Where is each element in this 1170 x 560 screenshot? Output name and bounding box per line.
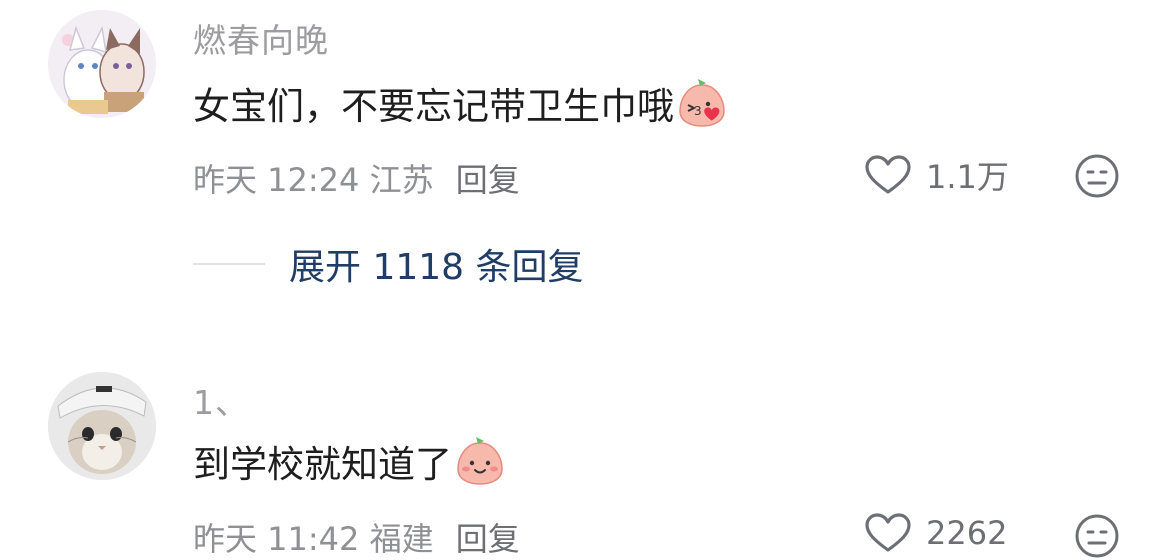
- avatar[interactable]: [48, 372, 156, 480]
- username[interactable]: 1、: [193, 376, 249, 424]
- comment-item: 1、 到学校就知道了 昨天 11:42 福建 回复 2262: [0, 300, 1170, 558]
- comment-time: 昨天 11:42: [193, 520, 360, 558]
- kiss-face-emoji-icon: 3: [679, 79, 725, 127]
- avatar[interactable]: [48, 10, 156, 118]
- like-count: 1.1万: [926, 158, 1009, 196]
- comment-text-row: 女宝们，不要忘记带卫生巾哦 3: [193, 76, 728, 130]
- comment-meta: 昨天 12:24 江苏 回复: [193, 155, 520, 201]
- comment-meta: 昨天 11:42 福建 回复: [193, 514, 520, 560]
- comment-text: 女宝们，不要忘记带卫生巾哦: [193, 85, 674, 128]
- reply-button[interactable]: 回复: [456, 520, 520, 558]
- expand-replies-label[interactable]: 展开 1118 条回复: [289, 238, 584, 290]
- cartoon-cats-avatar-icon: [48, 10, 156, 118]
- heart-outline-icon: [865, 155, 911, 194]
- comment-item: 燃春向晚 女宝们，不要忘记带卫生巾哦 3 昨天 12:24 江苏 回复 1.1万…: [0, 0, 1170, 300]
- expand-divider: [193, 263, 265, 265]
- smile-face-emoji-icon: [457, 437, 503, 485]
- like-count: 2262: [926, 514, 1008, 552]
- dislike-face-icon[interactable]: [1074, 513, 1120, 559]
- cat-photo-avatar-icon: [48, 372, 156, 480]
- comment-time: 昨天 12:24: [193, 161, 360, 199]
- comment-location: 福建: [369, 520, 434, 558]
- username[interactable]: 燃春向晚: [193, 14, 329, 62]
- dislike-face-icon[interactable]: [1074, 153, 1120, 199]
- heart-outline-icon: [865, 513, 911, 552]
- expand-replies-button[interactable]: 展开 1118 条回复: [193, 238, 584, 290]
- comment-text-row: 到学校就知道了: [193, 434, 506, 488]
- comment-location: 江苏: [369, 161, 434, 199]
- like-button[interactable]: 2262: [864, 512, 1007, 554]
- like-button[interactable]: 1.1万: [864, 152, 1009, 198]
- comment-text: 到学校就知道了: [193, 443, 452, 486]
- reply-button[interactable]: 回复: [456, 161, 520, 199]
- svg-text:3: 3: [694, 104, 702, 118]
